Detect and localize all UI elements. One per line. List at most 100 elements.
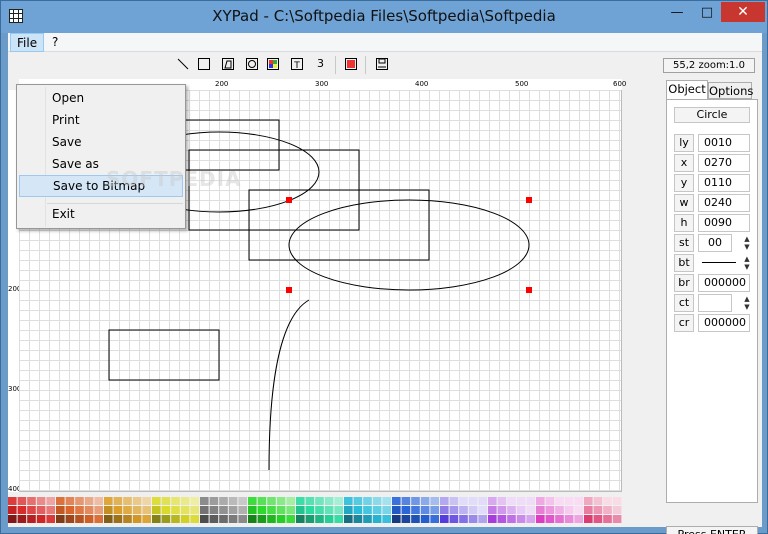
palette-swatch[interactable] [497,506,507,514]
palette-swatch[interactable] [8,497,17,505]
palette-swatch[interactable] [132,506,142,514]
prop-br-input[interactable]: 000000 [698,274,750,292]
palette-swatch[interactable] [56,497,65,505]
palette-swatch[interactable] [209,497,219,505]
palette-swatch[interactable] [209,506,219,514]
palette-swatch[interactable] [248,497,257,505]
palette-swatch[interactable] [507,515,516,523]
palette-swatch[interactable] [372,506,382,514]
palette-swatch[interactable] [190,515,199,523]
palette-swatch[interactable] [113,515,123,523]
palette-swatch[interactable] [27,515,36,523]
palette-swatch[interactable] [612,497,622,505]
palette-swatch[interactable] [248,506,257,514]
menu-file[interactable]: File [10,33,45,52]
color-picker-icon[interactable] [266,57,280,71]
palette-swatch[interactable] [142,515,151,523]
palette-swatch[interactable] [238,515,247,523]
palette-swatch[interactable] [65,515,75,523]
palette-swatch[interactable] [526,506,535,514]
palette-swatch[interactable] [113,497,123,505]
save-disk-icon[interactable] [375,57,389,71]
menu-help[interactable]: ? [46,33,64,52]
palette-swatch[interactable] [363,506,372,514]
prop-h-input[interactable]: 0090 [698,214,750,232]
palette-swatch[interactable] [36,515,46,523]
palette-swatch[interactable] [459,515,468,523]
palette-swatch[interactable] [200,506,209,514]
palette-swatch[interactable] [420,515,430,523]
palette-swatch[interactable] [372,497,382,505]
palette-swatch[interactable] [401,506,411,514]
palette-swatch[interactable] [574,506,583,514]
menu-item-save[interactable]: Save [19,131,183,153]
palette-swatch[interactable] [296,497,305,505]
spinner-arrows-icon[interactable]: ▲ ▼ [742,255,752,271]
palette-swatch[interactable] [603,497,612,505]
palette-swatch[interactable] [420,497,430,505]
palette-swatch[interactable] [171,515,180,523]
palette-swatch[interactable] [507,506,516,514]
palette-swatch[interactable] [17,497,27,505]
palette-swatch[interactable] [46,506,55,514]
palette-swatch[interactable] [430,515,439,523]
palette-swatch[interactable] [353,497,363,505]
palette-swatch[interactable] [142,497,151,505]
palette-swatch[interactable] [574,515,583,523]
palette-swatch[interactable] [584,506,593,514]
palette-swatch[interactable] [459,506,468,514]
palette-swatch[interactable] [382,497,391,505]
palette-swatch[interactable] [584,497,593,505]
menu-item-open[interactable]: Open [19,87,183,109]
palette-swatch[interactable] [420,506,430,514]
palette-swatch[interactable] [315,515,324,523]
palette-swatch[interactable] [478,497,487,505]
palette-swatch[interactable] [257,497,267,505]
palette-swatch[interactable] [132,515,142,523]
palette-swatch[interactable] [392,497,401,505]
palette-swatch[interactable] [27,497,36,505]
palette-swatch[interactable] [593,497,603,505]
palette-swatch[interactable] [574,497,583,505]
palette-swatch[interactable] [401,515,411,523]
palette-swatch[interactable] [334,497,343,505]
palette-swatch[interactable] [36,506,46,514]
palette-swatch[interactable] [411,515,420,523]
palette-swatch[interactable] [152,515,161,523]
palette-swatch[interactable] [123,497,132,505]
palette-swatch[interactable] [584,515,593,523]
palette-swatch[interactable] [449,497,459,505]
menu-item-print[interactable]: Print [19,109,183,131]
palette-swatch[interactable] [516,506,526,514]
selected-circle-shape[interactable] [288,199,530,291]
palette-swatch[interactable] [382,515,391,523]
palette-swatch[interactable] [161,506,171,514]
palette-swatch[interactable] [46,497,55,505]
selection-handle[interactable] [286,287,292,293]
palette-swatch[interactable] [248,515,257,523]
palette-swatch[interactable] [516,497,526,505]
palette-swatch[interactable] [75,506,84,514]
palette-swatch[interactable] [17,515,27,523]
palette-swatch[interactable] [497,515,507,523]
palette-swatch[interactable] [401,497,411,505]
palette-swatch[interactable] [353,515,363,523]
palette-swatch[interactable] [161,497,171,505]
palette-swatch[interactable] [324,497,334,505]
palette-swatch[interactable] [190,506,199,514]
palette-swatch[interactable] [75,515,84,523]
palette-swatch[interactable] [180,497,190,505]
palette-swatch[interactable] [334,506,343,514]
prop-cr-input[interactable]: 000000 [698,314,750,332]
palette-swatch[interactable] [84,497,94,505]
palette-swatch[interactable] [468,515,478,523]
palette-swatch[interactable] [545,506,555,514]
palette-swatch[interactable] [305,506,315,514]
palette-swatch[interactable] [612,515,622,523]
palette-swatch[interactable] [104,515,113,523]
palette-swatch[interactable] [267,497,276,505]
palette-swatch[interactable] [123,515,132,523]
palette-swatch[interactable] [449,506,459,514]
palette-swatch[interactable] [104,506,113,514]
palette-swatch[interactable] [478,515,487,523]
